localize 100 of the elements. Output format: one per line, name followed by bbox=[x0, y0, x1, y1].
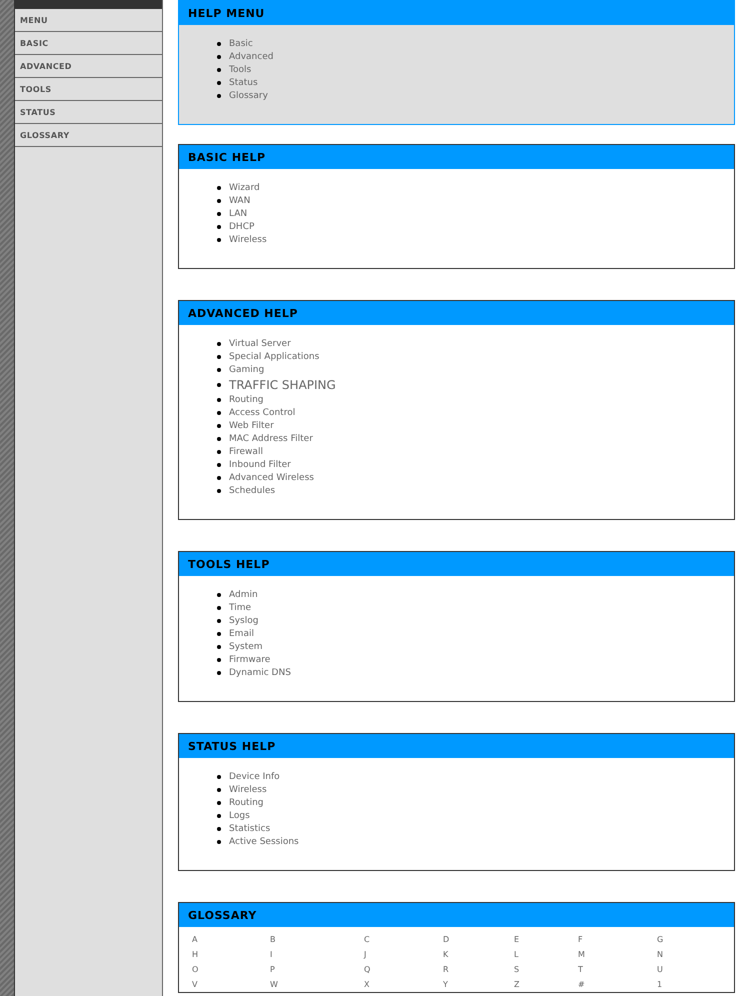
letter-link[interactable]: V bbox=[192, 980, 198, 989]
help-link[interactable]: MAC Address Filter bbox=[229, 434, 313, 444]
panel-title: BASIC HELP bbox=[179, 145, 734, 169]
letter-link[interactable]: A bbox=[192, 935, 198, 944]
letter-link[interactable]: Z bbox=[514, 980, 520, 989]
letter-link[interactable]: P bbox=[270, 965, 275, 974]
nav-link[interactable]: GLOSSARY bbox=[15, 124, 162, 147]
letter-link[interactable]: J bbox=[364, 950, 366, 959]
help-link[interactable]: Active Sessions bbox=[229, 836, 299, 846]
bullet-icon bbox=[217, 800, 221, 804]
bullet-icon bbox=[217, 342, 221, 346]
bullet-icon bbox=[217, 632, 221, 636]
letter-link[interactable]: Q bbox=[364, 965, 370, 974]
letter-link[interactable]: U bbox=[657, 965, 663, 974]
help-link[interactable]: Virtual Server bbox=[229, 338, 291, 348]
bullet-icon bbox=[217, 398, 221, 402]
help-link[interactable]: Schedules bbox=[229, 486, 276, 496]
nav-link[interactable]: TOOLS bbox=[15, 78, 162, 101]
letter-link[interactable]: B bbox=[270, 935, 276, 944]
help-link[interactable]: Statistics bbox=[229, 824, 270, 834]
bullet-icon bbox=[217, 670, 221, 674]
letter-link[interactable]: M bbox=[578, 950, 585, 959]
bullet-icon bbox=[217, 592, 221, 596]
help-link[interactable]: Logs bbox=[229, 810, 250, 820]
nav-link[interactable]: MENU bbox=[15, 9, 162, 32]
bullet-icon bbox=[217, 410, 221, 414]
panel-title: STATUS HELP bbox=[179, 734, 734, 758]
bullet-icon bbox=[217, 42, 221, 46]
help-link[interactable]: TRAFFIC SHAPING bbox=[229, 378, 336, 392]
nav-link[interactable]: BASIC bbox=[15, 32, 162, 55]
help-link[interactable]: WAN bbox=[229, 196, 250, 206]
help-link[interactable]: Admin bbox=[229, 590, 258, 600]
bullet-icon bbox=[217, 186, 221, 190]
letter-link[interactable]: R bbox=[443, 965, 449, 974]
bullet-icon bbox=[217, 774, 221, 778]
bullet-icon bbox=[217, 68, 221, 72]
letter-link[interactable]: # bbox=[578, 980, 585, 989]
help-link[interactable]: System bbox=[229, 642, 263, 652]
help-link[interactable]: Wireless bbox=[229, 784, 267, 794]
help-link[interactable]: Advanced Wireless bbox=[229, 472, 314, 482]
help-link[interactable]: Wireless bbox=[229, 234, 267, 244]
letter-link[interactable]: T bbox=[578, 965, 583, 974]
help-link[interactable]: Routing bbox=[229, 394, 264, 404]
letter-link[interactable]: 1 bbox=[657, 980, 662, 989]
letter-link[interactable]: E bbox=[514, 935, 520, 944]
letter-link[interactable]: O bbox=[192, 965, 198, 974]
bullet-icon bbox=[217, 54, 221, 58]
help-link[interactable]: Basic bbox=[229, 38, 253, 48]
bullet-icon bbox=[217, 658, 221, 662]
help-link[interactable]: Status bbox=[229, 78, 258, 88]
help-link[interactable]: Glossary bbox=[229, 90, 268, 100]
letter-link[interactable]: H bbox=[192, 950, 198, 959]
bullet-icon bbox=[217, 476, 221, 480]
bullet-icon bbox=[217, 80, 221, 84]
help-link[interactable]: Wizard bbox=[229, 182, 260, 192]
bullet-icon bbox=[217, 618, 221, 622]
help-link[interactable]: Advanced bbox=[229, 52, 274, 62]
nav-link[interactable]: ADVANCED bbox=[15, 55, 162, 78]
help-link[interactable]: Firewall bbox=[229, 446, 263, 456]
help-link[interactable]: Syslog bbox=[229, 616, 258, 626]
bullet-icon bbox=[217, 450, 221, 454]
bullet-icon bbox=[217, 606, 221, 610]
letter-link[interactable]: G bbox=[657, 935, 664, 944]
letter-link[interactable]: K bbox=[443, 950, 448, 959]
letter-link[interactable]: F bbox=[578, 935, 583, 944]
help-link[interactable]: Email bbox=[229, 628, 254, 638]
bullet-icon bbox=[217, 368, 221, 372]
letter-link[interactable]: C bbox=[364, 935, 370, 944]
help-link[interactable]: DHCP bbox=[229, 222, 254, 232]
letter-link[interactable]: N bbox=[657, 950, 663, 959]
bullet-icon bbox=[217, 488, 221, 492]
help-link[interactable]: Gaming bbox=[229, 364, 264, 374]
bullet-icon bbox=[217, 94, 221, 98]
help-link[interactable]: Device Info bbox=[229, 772, 280, 782]
letter-link[interactable]: S bbox=[514, 965, 520, 974]
letter-link[interactable]: Y bbox=[443, 980, 448, 989]
bullet-icon bbox=[217, 382, 221, 386]
help-link[interactable]: Special Applications bbox=[229, 352, 320, 362]
bullet-icon bbox=[217, 840, 221, 844]
help-link[interactable]: Dynamic DNS bbox=[229, 668, 291, 678]
help-link[interactable]: Inbound Filter bbox=[229, 460, 291, 470]
letter-link[interactable]: L bbox=[514, 950, 518, 959]
help-link[interactable]: Tools bbox=[229, 64, 252, 74]
bullet-icon bbox=[217, 238, 221, 242]
letter-link[interactable]: D bbox=[443, 935, 450, 944]
nav-link[interactable]: STATUS bbox=[15, 101, 162, 124]
letter-link[interactable]: W bbox=[270, 980, 278, 989]
bullet-icon bbox=[217, 436, 221, 440]
letter-link[interactable]: X bbox=[364, 980, 370, 989]
help-link[interactable]: Time bbox=[229, 602, 252, 612]
help-link[interactable]: LAN bbox=[229, 208, 248, 218]
help-link[interactable]: Web Filter bbox=[229, 420, 274, 430]
bullet-icon bbox=[217, 788, 221, 792]
help-link[interactable]: Firmware bbox=[229, 654, 270, 664]
panel-title: GLOSSARY bbox=[179, 903, 734, 927]
letter-link[interactable]: I bbox=[270, 950, 272, 959]
help-link[interactable]: Routing bbox=[229, 798, 264, 808]
bullet-icon bbox=[217, 354, 221, 358]
bullet-icon bbox=[217, 224, 221, 228]
help-link[interactable]: Access Control bbox=[229, 408, 296, 418]
